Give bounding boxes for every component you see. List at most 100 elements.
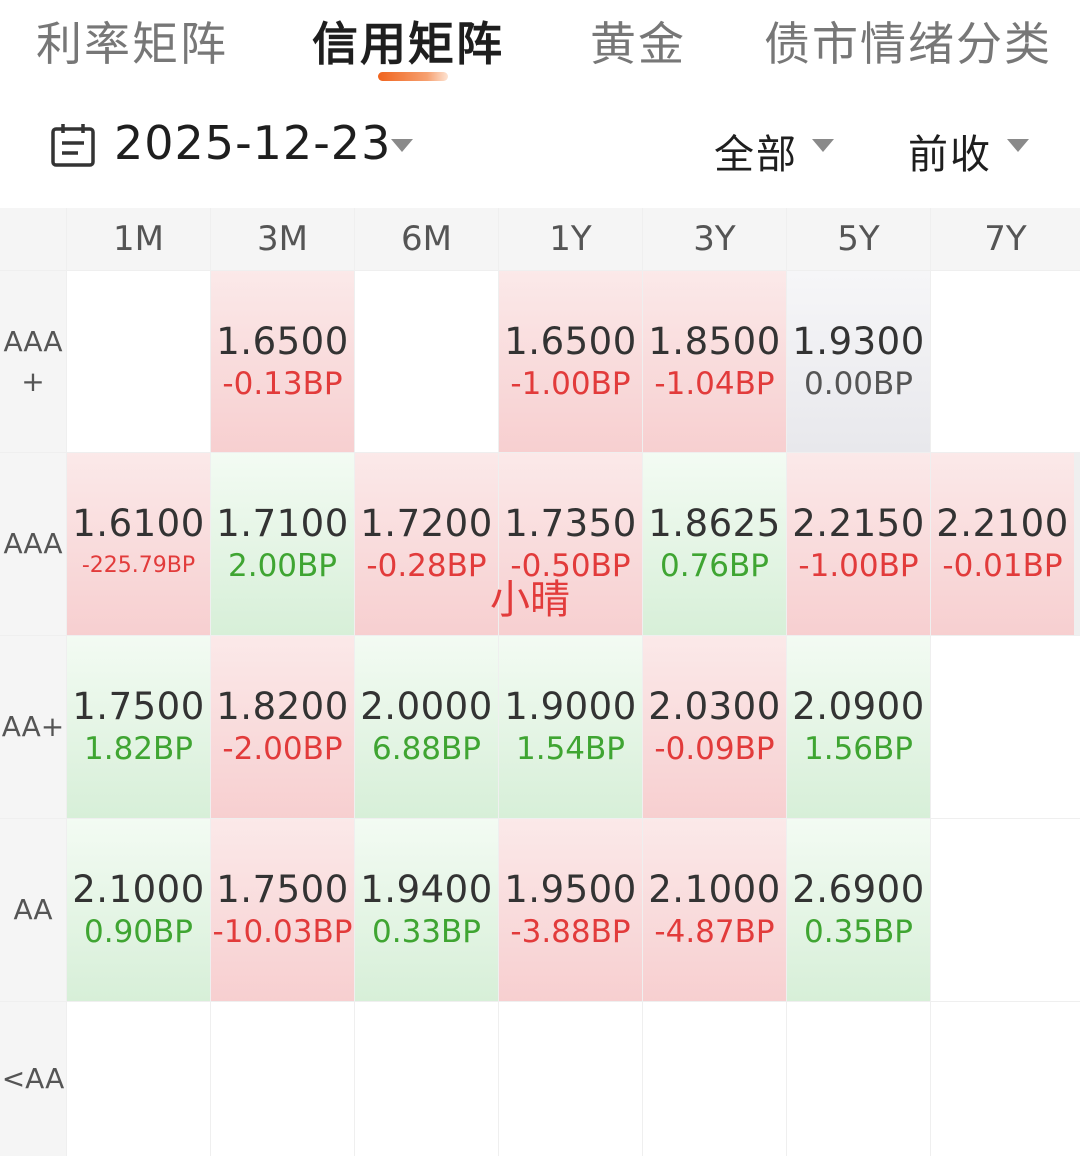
yield-value: 1.8200 — [216, 685, 349, 728]
bp-change: 0.33BP — [372, 914, 481, 950]
bp-change: -1.04BP — [654, 365, 775, 402]
bp-change: 1.82BP — [84, 731, 193, 767]
empty-matrix-cell — [355, 271, 498, 452]
corner-header — [0, 208, 66, 270]
bp-change: 0.76BP — [660, 548, 769, 584]
row-label: AA+ — [0, 636, 66, 818]
yield-value: 1.7500 — [216, 868, 349, 911]
matrix-cell[interactable]: 2.6900 0.35BP — [787, 819, 930, 1001]
date-caret-down-icon[interactable] — [391, 139, 413, 152]
bp-change: -4.87BP — [654, 914, 775, 950]
tab-bond-sentiment[interactable]: 债市情绪分类 — [764, 8, 1052, 74]
yield-value: 1.9000 — [504, 685, 637, 728]
bp-change: 1.54BP — [516, 731, 625, 767]
empty-matrix-cell — [355, 1002, 498, 1156]
yield-value: 1.7100 — [216, 502, 349, 545]
scope-caret-down-icon[interactable] — [812, 139, 834, 152]
yield-value: 2.0900 — [792, 685, 925, 728]
column-header-3m: 3M — [211, 208, 354, 270]
row-label: AAA + — [0, 271, 66, 452]
yield-value: 1.6500 — [216, 319, 349, 363]
empty-matrix-cell — [931, 1002, 1080, 1156]
yield-value: 1.9400 — [360, 868, 493, 911]
matrix-cell[interactable]: 2.0900 1.56BP — [787, 636, 930, 818]
matrix-cell[interactable]: 2.2100 -0.01BP — [931, 453, 1074, 635]
column-header-1m: 1M — [67, 208, 210, 270]
tab-gold[interactable]: 黄金 — [590, 8, 686, 74]
column-header-6m: 6M — [355, 208, 498, 270]
matrix-cell[interactable]: 1.6500 -0.13BP — [211, 271, 354, 452]
yield-value: 1.7200 — [360, 502, 493, 545]
basis-caret-down-icon[interactable] — [1007, 139, 1029, 152]
row-label: <AA — [0, 1002, 66, 1156]
empty-matrix-cell — [931, 636, 1080, 818]
yield-value: 2.0300 — [648, 685, 781, 728]
tab-credit-matrix[interactable]: 信用矩阵 — [312, 8, 504, 74]
empty-matrix-cell — [67, 271, 210, 452]
column-header-1y: 1Y — [499, 208, 642, 270]
matrix-cell[interactable]: 2.0000 6.88BP — [355, 636, 498, 818]
matrix-cell[interactable]: 1.7200 -0.28BP — [355, 453, 498, 635]
yield-value: 2.2150 — [792, 502, 925, 545]
matrix-cell[interactable]: 1.9500 -3.88BP — [499, 819, 642, 1001]
yield-value: 1.9300 — [792, 319, 925, 363]
scope-selector[interactable]: 全部 — [714, 122, 798, 180]
matrix-cell[interactable]: 1.6100 -225.79BP — [67, 453, 210, 635]
bp-change: 2.00BP — [228, 548, 337, 584]
matrix-cell[interactable]: 1.9400 0.33BP — [355, 819, 498, 1001]
calendar-icon[interactable] — [50, 122, 96, 168]
tab-rate-matrix[interactable]: 利率矩阵 — [36, 8, 228, 74]
bp-change: 0.00BP — [804, 365, 913, 402]
empty-matrix-cell — [67, 1002, 210, 1156]
yield-value: 1.7500 — [72, 685, 205, 728]
matrix-cell[interactable]: 1.8625 0.76BP — [643, 453, 786, 635]
matrix-cell[interactable]: 2.0300 -0.09BP — [643, 636, 786, 818]
bp-change: -0.28BP — [366, 548, 487, 584]
yield-value: 2.6900 — [792, 868, 925, 911]
matrix-cell[interactable]: 1.9000 1.54BP — [499, 636, 642, 818]
row-label: AAA — [0, 453, 66, 635]
bp-change: -2.00BP — [222, 731, 343, 767]
matrix-cell[interactable]: 2.1000 0.90BP — [67, 819, 210, 1001]
matrix-cell[interactable]: 2.1000 -4.87BP — [643, 819, 786, 1001]
active-tab-indicator — [378, 72, 448, 81]
matrix-cell[interactable]: 1.7350 -0.50BP — [499, 453, 642, 635]
category-tabs: 利率矩阵 信用矩阵 黄金 债市情绪分类 — [0, 0, 1080, 100]
filter-bar: 2025-12-23 全部 前收 — [0, 100, 1080, 208]
bp-change: 1.56BP — [804, 731, 913, 767]
bp-change: 0.90BP — [84, 914, 193, 950]
yield-value: 1.8500 — [648, 319, 781, 363]
bp-change: -0.50BP — [510, 548, 631, 584]
empty-matrix-cell — [931, 819, 1080, 1001]
credit-matrix-grid: 1M 3M 6M 1Y 3Y 5Y 7Y AAA +1.6500 -0.13BP 1.6500 -1… — [0, 208, 1080, 1156]
yield-value: 2.1000 — [648, 868, 781, 911]
column-header-7y: 7Y — [931, 208, 1080, 270]
matrix-cell[interactable]: 1.7500 1.82BP — [67, 636, 210, 818]
matrix-cell[interactable]: 1.6500 -1.00BP — [499, 271, 642, 452]
empty-matrix-cell — [211, 1002, 354, 1156]
bp-change: -1.00BP — [798, 548, 919, 584]
bp-change: -0.09BP — [654, 731, 775, 767]
matrix-cell[interactable]: 1.7100 2.00BP — [211, 453, 354, 635]
matrix-cell[interactable]: 1.8500 -1.04BP — [643, 271, 786, 452]
yield-value: 1.8625 — [648, 502, 781, 545]
matrix-cell[interactable]: 1.8200 -2.00BP — [211, 636, 354, 818]
yield-value: 1.7350 — [504, 502, 637, 545]
bp-change: 0.35BP — [804, 914, 913, 950]
yield-value: 2.1000 — [72, 868, 205, 911]
empty-matrix-cell — [787, 1002, 930, 1156]
matrix-cell[interactable]: 1.9300 0.00BP — [787, 271, 930, 452]
matrix-cell[interactable]: 2.2150 -1.00BP — [787, 453, 930, 635]
yield-value: 1.6100 — [72, 502, 205, 545]
yield-value: 2.0000 — [360, 685, 493, 728]
basis-selector[interactable]: 前收 — [908, 122, 992, 180]
yield-value: 2.2100 — [936, 502, 1069, 545]
row-label: AA — [0, 819, 66, 1001]
empty-matrix-cell — [931, 271, 1080, 452]
bp-change: -0.01BP — [942, 548, 1063, 584]
date-selector[interactable]: 2025-12-23 — [114, 116, 391, 170]
bp-change: -1.00BP — [510, 365, 631, 402]
matrix-cell[interactable]: 1.7500 -10.03BP — [211, 819, 354, 1001]
bp-change: -0.13BP — [222, 365, 343, 402]
bp-change: -3.88BP — [510, 914, 631, 950]
